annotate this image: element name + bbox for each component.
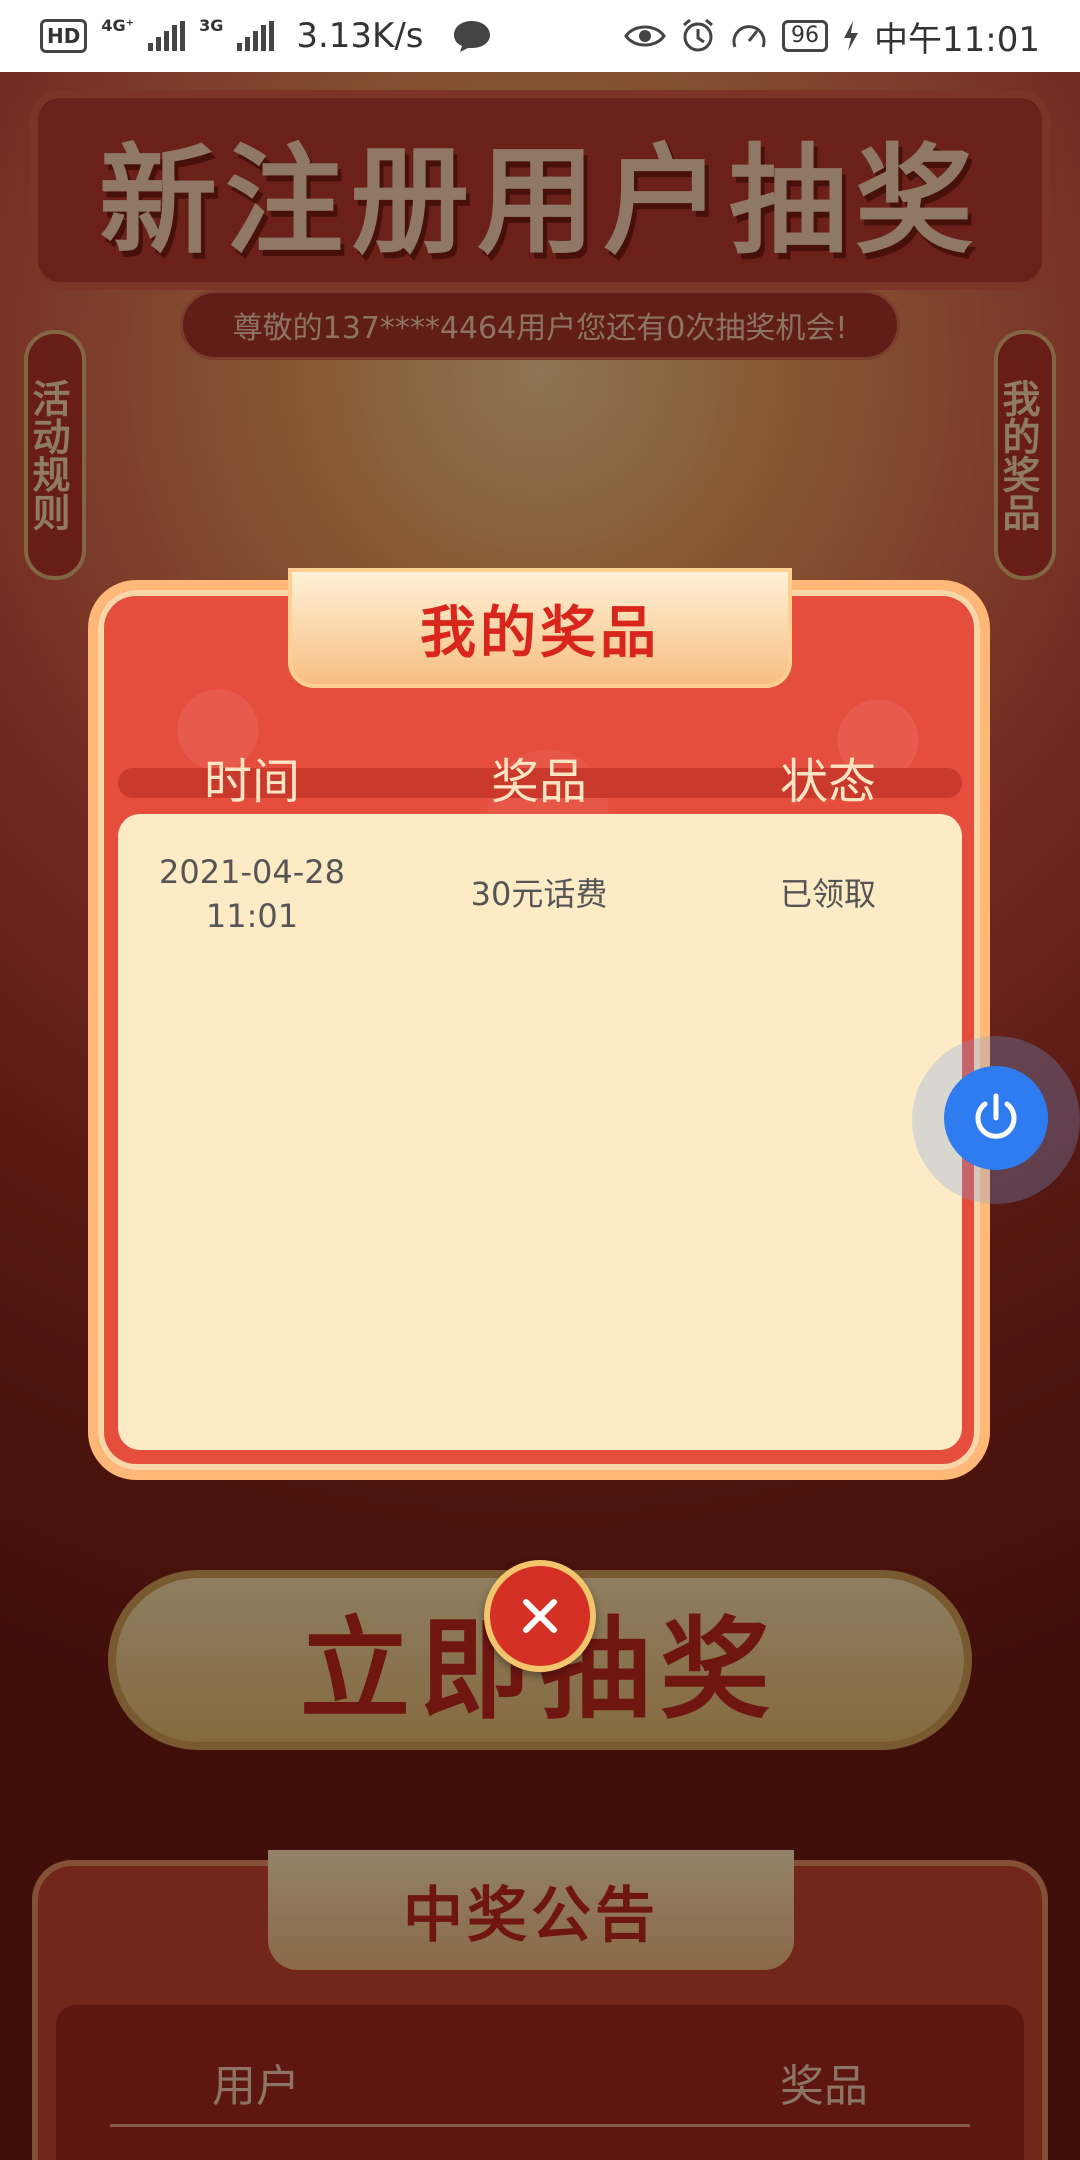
floating-power-button[interactable] bbox=[944, 1066, 1048, 1170]
column-header-prize: 奖品 bbox=[490, 754, 587, 810]
close-icon bbox=[523, 1599, 557, 1633]
signal-strength-icon bbox=[148, 21, 186, 51]
status-bar: HD 4G⁺ 3G 3.13K/s 96 中午11:01 bbox=[0, 0, 1080, 72]
network-label-4g: 4G⁺ bbox=[101, 16, 135, 35]
speedometer-icon bbox=[732, 25, 766, 48]
clock: 中午11:01 bbox=[874, 19, 1040, 60]
battery-indicator: 96 bbox=[782, 20, 829, 52]
power-icon bbox=[975, 1093, 1017, 1139]
prize-row-time: 11:01 bbox=[205, 897, 299, 935]
hd-badge: HD bbox=[40, 19, 88, 53]
alarm-icon bbox=[683, 18, 713, 52]
chat-bubble-icon bbox=[453, 21, 490, 52]
modal-title-tab: 我的奖品 bbox=[288, 568, 792, 688]
signal-strength-icon-2 bbox=[237, 21, 275, 51]
network-label-3g: 3G bbox=[199, 16, 224, 35]
column-header-status: 状态 bbox=[779, 754, 876, 810]
close-modal-button[interactable] bbox=[484, 1560, 596, 1672]
eye-icon bbox=[624, 25, 666, 47]
modal-title: 我的奖品 bbox=[420, 600, 660, 666]
prize-row-prize: 30元话费 bbox=[470, 875, 608, 913]
prize-row-date: 2021-04-28 bbox=[159, 853, 345, 891]
prize-row-status: 已领取 bbox=[779, 875, 876, 913]
prize-row-time-cell: 2021-04-28 11:01 bbox=[127, 850, 377, 938]
status-right: 96 中午11:01 bbox=[624, 12, 1040, 61]
charging-icon bbox=[844, 21, 859, 51]
status-left: HD 4G⁺ 3G 3.13K/s bbox=[40, 16, 492, 56]
column-header-time: 时间 bbox=[203, 754, 300, 810]
network-speed: 3.13K/s bbox=[296, 16, 424, 56]
